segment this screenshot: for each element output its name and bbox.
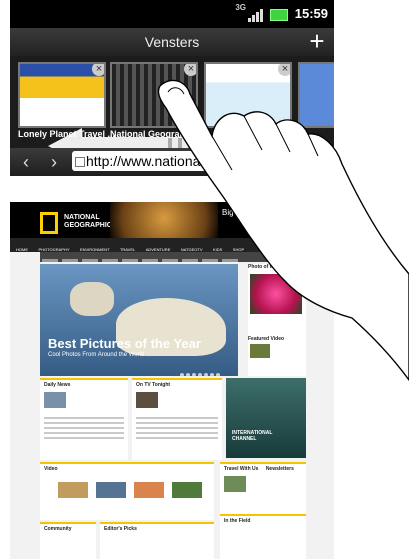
url-text: http://www.national... [86,153,216,169]
window-thumbnail-lonely-planet[interactable]: × [18,62,106,128]
community-title: Community [44,526,72,532]
web-page: NATIONAL GEOGRAPHIC Big Ca HOME PHOTOGRA… [10,202,334,559]
close-icon[interactable]: × [184,64,196,76]
in-the-field-title: In the Field [224,518,251,524]
browser-toolbar: ‹ › http://www.national... [10,148,334,176]
banner-text: Big Ca [222,208,247,217]
reload-icon[interactable] [208,152,224,168]
channel-ad-text: INTERNATIONAL CHANNEL [232,430,272,442]
site-menu: HOME PHOTOGRAPHY ENVIRONMENT TRAVEL ADVE… [10,238,334,252]
news-thumbnail[interactable] [44,392,66,408]
forward-button[interactable]: › [42,150,66,174]
ng-channel-ad[interactable]: INTERNATIONAL CHANNEL [226,378,306,458]
editors-picks-title: Editor's Picks [104,526,137,532]
lion-banner-image[interactable] [110,202,218,242]
plus-icon: + [309,26,325,56]
in-the-field-box: In the Field [220,514,306,559]
daily-news-box: Daily News [40,378,128,460]
site-header: NATIONAL GEOGRAPHIC Big Ca HOME PHOTOGRA… [10,202,334,252]
video-thumb[interactable] [58,482,88,498]
page-top-strip [10,176,334,203]
window-switcher: × × × Lonely Planet Travel ... National … [10,56,334,164]
community-box: Community [40,522,96,559]
bottom-row: Community Editor's Picks In the Field [40,514,306,559]
logo-text-line1: NATIONAL [64,214,100,221]
status-bar: 3G 15:59 [10,0,334,28]
travel-thumbnail[interactable] [224,476,246,492]
hero-title: Best Pictures of the Year [48,336,201,351]
travel-label: Travel With Us [224,466,259,472]
window-thumbnail-fourth[interactable] [298,62,334,128]
polar-bear-image [70,282,114,316]
video-thumb[interactable] [96,482,126,498]
video-thumb[interactable] [172,482,202,498]
new-window-button[interactable]: + [304,28,330,56]
phone-screen: 3G 15:59 Vensters + × × × Lonely Planet … [10,0,334,559]
tv-tonight-box: On TV Tonight [132,378,222,460]
tv-tonight-title: On TV Tonight [136,382,171,388]
channel-ad-text-line2: CHANNEL [232,436,257,442]
video-thumb[interactable] [134,482,164,498]
signal-icon [248,8,266,22]
hero-feature[interactable]: Best Pictures of the Year Cool Photos Fr… [40,264,238,376]
editors-picks-box: Editor's Picks [100,522,214,559]
network-type: 3G [235,3,246,12]
photo-of-the-day[interactable]: Photo of the Day Featured Video [248,264,306,376]
video-box: Video [40,462,214,520]
window-thumbnail-third[interactable]: × [204,62,292,128]
daily-news-title: Daily News [44,382,71,388]
flower-image [250,274,302,314]
travel-title: Travel With Us Newsletters [224,466,294,472]
logo-text-line2: GEOGRAPHIC [64,222,112,229]
menu-item[interactable]: HOME [16,243,28,257]
featured-video-label: Featured Video [248,336,285,342]
tv-thumbnail[interactable] [136,392,158,408]
news-links[interactable] [44,414,124,442]
news-row: Daily News On TV Tonight INTERNATIONAL C… [40,378,306,460]
windows-title-bar: Vensters + [10,28,334,57]
photo-of-day-label: Photo of the Day [248,264,288,270]
site-name: NATIONAL GEOGRAPHIC [64,214,112,230]
battery-icon [270,9,288,21]
close-icon[interactable]: × [278,64,290,76]
back-button[interactable]: ‹ [14,150,38,174]
sub-navigation [40,252,304,262]
window-thumbnail-national-geographic[interactable]: × [110,62,198,128]
tv-listing[interactable] [136,414,218,442]
video-title: Video [44,466,58,472]
hero-subtitle: Cool Photos From Around the World [48,352,145,358]
ng-logo-icon[interactable] [40,212,58,234]
page-icon [75,157,85,167]
page-title: Vensters [144,34,200,50]
clock: 15:59 [294,6,328,21]
carousel-dots[interactable] [180,364,222,376]
close-icon[interactable]: × [92,64,104,76]
travel-box: Travel With Us Newsletters [220,462,306,520]
newsletters-label: Newsletters [265,466,294,472]
video-thumbnail[interactable] [250,344,270,358]
media-row: Video Travel With Us Newsletters [40,462,306,522]
